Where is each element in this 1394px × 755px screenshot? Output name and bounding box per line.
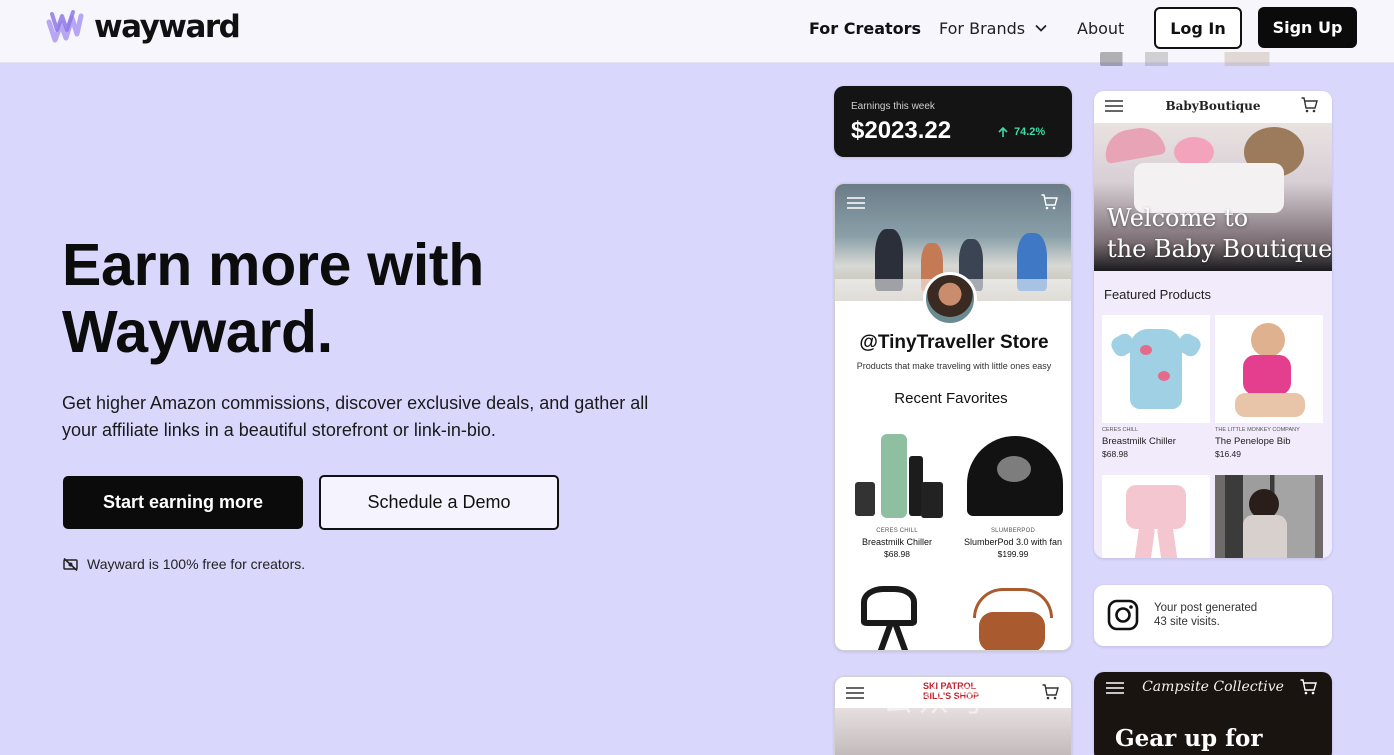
instagram-stat-line1: Your post generated — [1154, 602, 1258, 614]
logo[interactable]: wayward — [46, 8, 241, 48]
product-card[interactable]: THE LITTLE MONKEY COMPANY The Penelope B… — [1215, 315, 1323, 459]
product-card[interactable] — [1215, 475, 1323, 558]
avatar — [923, 272, 977, 326]
product-name: SlumberPod 3.0 with fan — [963, 537, 1063, 547]
product-name: Breastmilk Chiller — [1102, 436, 1176, 447]
store-name: BabyBoutique — [1165, 99, 1261, 113]
signup-button[interactable]: Sign Up — [1258, 7, 1357, 48]
product-image — [971, 584, 1055, 650]
hero-title-line2: Wayward. — [62, 299, 333, 365]
brand-name: wayward — [94, 9, 241, 45]
earnings-change-value: 74.2% — [1014, 126, 1046, 138]
product-price: $68.98 — [884, 549, 910, 559]
product-brand: THE LITTLE MONKEY COMPANY — [1215, 427, 1300, 433]
earnings-label: Earnings this week — [851, 101, 935, 112]
earnings-amount: $2023.22 — [851, 117, 952, 144]
product-name: The Penelope Bib — [1215, 436, 1291, 447]
cart-icon[interactable] — [1301, 97, 1318, 113]
menu-icon[interactable] — [846, 687, 864, 699]
start-earning-button[interactable]: Start earning more — [63, 476, 303, 529]
menu-icon[interactable] — [847, 197, 865, 209]
product-card[interactable] — [1102, 475, 1210, 558]
product-price: $199.99 — [997, 549, 1029, 559]
product-card[interactable]: CERES CHILL Breastmilk Chiller $68.98 — [1102, 315, 1210, 459]
nav-for-brands[interactable]: For Brands — [939, 0, 1047, 56]
card-peek — [1100, 52, 1326, 66]
store-handle: @TinyTraveller Store — [859, 332, 1049, 353]
instagram-stat-card: Your post generated 43 site visits. — [1094, 585, 1332, 646]
store-name: Campsite Collective — [1142, 679, 1284, 695]
product-image — [1215, 475, 1323, 558]
product-card[interactable]: SLUMBERPOD SlumberPod 3.0 with fan $199.… — [957, 426, 1069, 559]
section-title: Recent Favorites — [894, 390, 1008, 407]
store-hero-line2: the Baby Boutique — [1107, 235, 1332, 263]
chevron-down-icon — [1035, 24, 1047, 32]
product-image — [957, 426, 1069, 526]
section-title: Featured Products — [1104, 287, 1211, 302]
schedule-demo-button[interactable]: Schedule a Demo — [319, 475, 559, 530]
arrow-up-icon — [998, 126, 1008, 137]
free-note-text: Wayward is 100% free for creators. — [87, 556, 306, 572]
hero-title-line1: Earn more with — [62, 232, 484, 298]
product-image — [1215, 315, 1323, 423]
hero-subtitle: Get higher Amazon commissions, discover … — [62, 393, 649, 440]
watermark: 公众号 · — [883, 684, 1023, 719]
instagram-stat-line2: 43 site visits. — [1154, 616, 1220, 628]
earnings-change: 74.2% — [998, 126, 1045, 138]
store-hero-text: Gear up for — [1115, 725, 1263, 752]
tiny-traveller-store-card[interactable]: @TinyTraveller Store Products that make … — [834, 183, 1072, 651]
store-hero-text: Welcome to the Baby Boutique — [1107, 203, 1332, 265]
product-image — [1102, 475, 1210, 558]
product-brand: CERES CHILL — [1102, 427, 1139, 433]
baby-boutique-store-card[interactable]: BabyBoutique Welcome to the Baby Boutiqu… — [1094, 91, 1332, 558]
instagram-icon — [1107, 599, 1139, 631]
store-tagline: Products that make traveling with little… — [856, 361, 1052, 371]
store-hero-line1: Welcome to — [1107, 204, 1249, 232]
product-brand: CERES CHILL — [876, 528, 918, 534]
cart-icon[interactable] — [1300, 679, 1317, 695]
product-image — [851, 576, 931, 650]
free-note: Wayward is 100% free for creators. — [63, 556, 305, 572]
nav-for-creators[interactable]: For Creators — [809, 0, 921, 56]
wayward-logo-icon — [46, 10, 84, 43]
cart-icon[interactable] — [1041, 194, 1058, 210]
no-money-icon — [63, 557, 78, 571]
product-brand: SLUMBERPOD — [990, 528, 1035, 534]
product-card[interactable]: CERES CHILL Breastmilk Chiller $68.98 — [841, 426, 953, 559]
cart-icon[interactable] — [1042, 684, 1059, 700]
nav-about[interactable]: About — [1077, 0, 1124, 56]
store-hero-image: Welcome to the Baby Boutique — [1094, 123, 1332, 271]
hero-title: Earn more with Wayward. — [62, 232, 622, 366]
product-price: $16.49 — [1215, 449, 1241, 459]
nav-for-brands-label: For Brands — [939, 18, 1026, 38]
product-price: $68.98 — [1102, 449, 1128, 459]
instagram-stat-text: Your post generated 43 site visits. — [1154, 601, 1257, 629]
product-image — [1102, 315, 1210, 423]
product-name: Breastmilk Chiller — [861, 537, 932, 547]
earnings-card: Earnings this week $2023.22 74.2% — [834, 86, 1072, 157]
campsite-store-card[interactable]: Campsite Collective Gear up for — [1094, 672, 1332, 755]
login-button[interactable]: Log In — [1154, 7, 1242, 49]
product-image — [841, 426, 953, 526]
